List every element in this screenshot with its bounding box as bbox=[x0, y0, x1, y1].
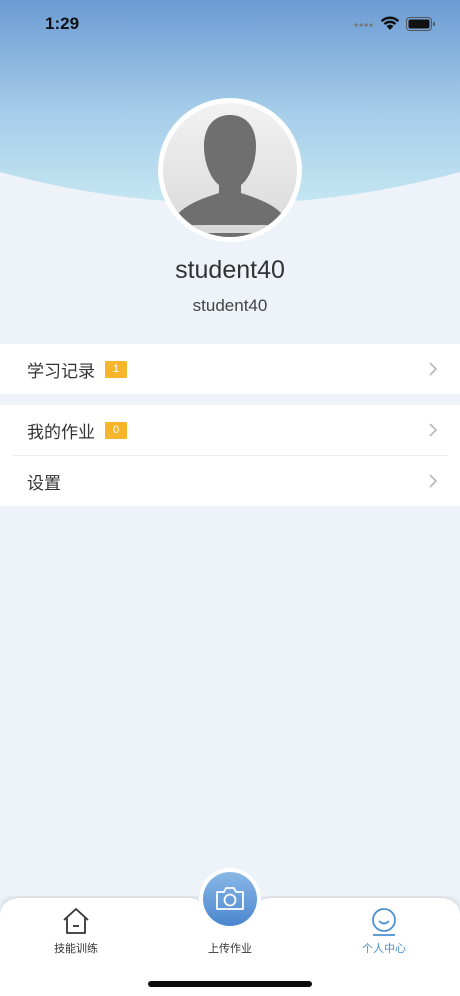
tab-profile-label: 个人中心 bbox=[362, 942, 406, 955]
study-records-row[interactable]: 学习记录 1 bbox=[0, 344, 460, 394]
upload-camera-button[interactable] bbox=[199, 868, 261, 930]
chevron-right-icon bbox=[429, 423, 438, 437]
chevron-right-icon bbox=[429, 362, 438, 376]
status-bar: 1:29 bbox=[0, 0, 460, 50]
settings-label: 设置 bbox=[27, 473, 61, 494]
status-time: 1:29 bbox=[45, 14, 80, 33]
tab-skills-training[interactable]: 技能训练 bbox=[26, 896, 126, 956]
my-homework-badge: 0 bbox=[105, 421, 128, 439]
chevron-right-icon bbox=[429, 474, 438, 488]
tab-skills-label: 技能训练 bbox=[54, 942, 98, 955]
menu-group-records: 学习记录 1 bbox=[0, 344, 460, 394]
battery-icon bbox=[406, 17, 435, 31]
smile-icon bbox=[372, 908, 396, 936]
my-homework-row[interactable]: 我的作业 0 bbox=[0, 405, 460, 455]
profile-account: student40 bbox=[192, 296, 268, 315]
avatar[interactable] bbox=[157, 97, 303, 243]
home-icon bbox=[63, 908, 89, 934]
tab-profile-center[interactable]: 个人中心 bbox=[334, 896, 434, 956]
wifi-icon bbox=[380, 16, 400, 30]
menu-group-main: 我的作业 0 设置 bbox=[0, 405, 460, 506]
settings-row[interactable]: 设置 bbox=[0, 456, 460, 506]
tab-upload-label[interactable]: 上传作业 bbox=[180, 940, 280, 956]
my-homework-label: 我的作业 bbox=[27, 422, 95, 443]
study-records-label: 学习记录 bbox=[27, 361, 95, 382]
home-indicator bbox=[148, 981, 312, 987]
cellular-signal-icon bbox=[354, 23, 373, 27]
profile-name: student40 bbox=[175, 256, 285, 284]
study-records-badge: 1 bbox=[105, 360, 128, 378]
